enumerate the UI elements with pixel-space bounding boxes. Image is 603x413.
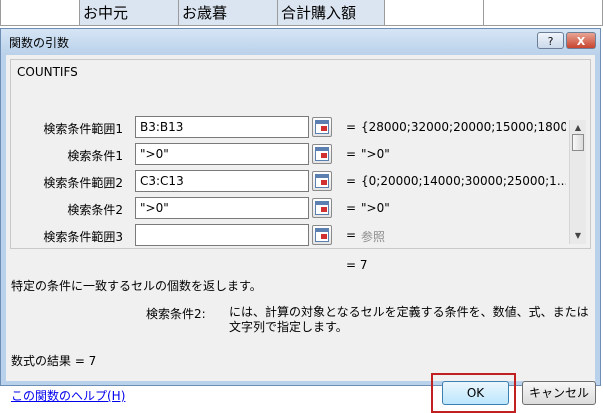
- arg-label-criteria2: 検索条件2: [67, 203, 123, 217]
- scroll-down-icon[interactable]: ▼: [570, 228, 586, 244]
- arg-label-criteria1: 検索条件1: [67, 149, 123, 163]
- cancel-button[interactable]: キャンセル: [522, 381, 596, 405]
- dialog-body: COUNTIFS 検索条件範囲1 B3:B13 = {28000;32000;2…: [6, 55, 596, 413]
- argument-help-text: には、計算の対象となるセルを定義する条件を、数値、式、または文字列で指定します。: [229, 305, 589, 334]
- range-select-icon: [315, 147, 329, 161]
- arg-label-criteria-range1: 検索条件範囲1: [43, 122, 123, 136]
- dialog-titlebar[interactable]: 関数の引数 ? X: [1, 29, 600, 55]
- function-arguments-dialog: 関数の引数 ? X COUNTIFS 検索条件範囲1 B3:B13 = {280…: [0, 28, 601, 413]
- help-button[interactable]: ?: [537, 32, 564, 49]
- sheet-header-ochugen[interactable]: お中元: [79, 0, 179, 26]
- collapse-dialog-button[interactable]: [312, 198, 332, 218]
- function-description: 特定の条件に一致するセルの個数を返します。: [11, 279, 262, 293]
- formula-result: 数式の結果 = 7: [11, 354, 97, 368]
- arg-value-criteria-range2: {0;20000;14000;30000;25000;1...: [361, 174, 566, 188]
- arg-value-criteria2: ">0": [361, 201, 390, 215]
- arg-input-criteria-range3[interactable]: [135, 224, 309, 246]
- range-select-icon: [315, 228, 329, 242]
- sheet-cell[interactable]: [483, 0, 603, 26]
- argument-help-label: 検索条件2:: [146, 307, 206, 321]
- range-select-icon: [315, 201, 329, 215]
- equals-sign: =: [346, 228, 357, 242]
- collapse-dialog-button[interactable]: [312, 171, 332, 191]
- spreadsheet-strip: お中元 お歳暮 合計購入額: [0, 0, 603, 28]
- arg-label-criteria-range3: 検索条件範囲3: [43, 230, 123, 244]
- arg-input-criteria2[interactable]: ">0": [135, 197, 309, 219]
- sheet-header-total[interactable]: 合計購入額: [277, 0, 385, 26]
- arg-value-criteria1: ">0": [361, 147, 390, 161]
- arg-value-criteria-range3: 参照: [361, 230, 386, 244]
- arg-input-criteria-range1[interactable]: B3:B13: [135, 116, 309, 138]
- sheet-cell[interactable]: [0, 0, 80, 26]
- collapse-dialog-button[interactable]: [312, 117, 332, 137]
- sheet-cell[interactable]: [384, 0, 484, 26]
- arg-value-criteria-range1: {28000;32000;20000;15000;18000(: [361, 120, 566, 134]
- close-button[interactable]: X: [566, 32, 596, 49]
- ok-button[interactable]: OK: [442, 381, 509, 405]
- equals-sign: =: [346, 120, 357, 134]
- collapse-dialog-button[interactable]: [312, 225, 332, 245]
- function-name: COUNTIFS: [17, 65, 78, 79]
- arg-label-criteria-range2: 検索条件範囲2: [43, 176, 123, 190]
- range-select-icon: [315, 174, 329, 188]
- function-help-link[interactable]: この関数のヘルプ(H): [11, 387, 125, 404]
- equals-sign: =: [346, 201, 357, 215]
- equals-sign: =: [346, 174, 357, 188]
- range-select-icon: [315, 120, 329, 134]
- dialog-title: 関数の引数: [9, 36, 70, 50]
- scroll-thumb[interactable]: [572, 134, 584, 151]
- arg-input-criteria1[interactable]: ">0": [135, 143, 309, 165]
- collapse-dialog-button[interactable]: [312, 144, 332, 164]
- sheet-header-oseibo[interactable]: お歳暮: [178, 0, 278, 26]
- equals-sign: =: [346, 147, 357, 161]
- function-result-preview: = 7: [346, 258, 368, 272]
- arguments-scrollbar[interactable]: ▲ ▼: [569, 120, 586, 244]
- arguments-panel: COUNTIFS 検索条件範囲1 B3:B13 = {28000;32000;2…: [10, 59, 591, 249]
- arg-input-criteria-range2[interactable]: C3:C13: [135, 170, 309, 192]
